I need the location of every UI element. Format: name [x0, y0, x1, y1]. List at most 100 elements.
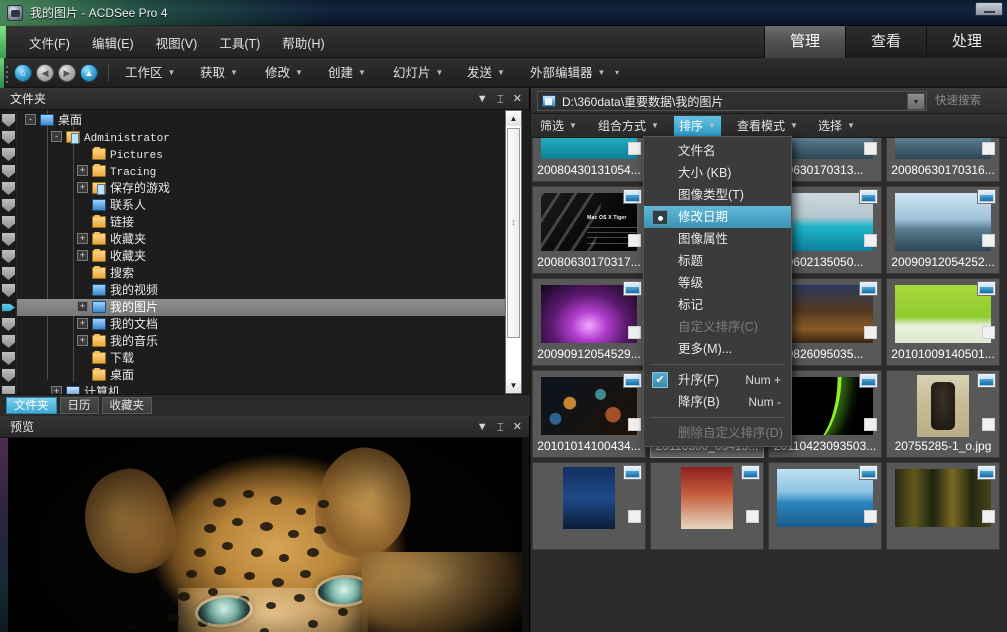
tree-scrollbar[interactable]: ▲ ▼	[505, 110, 522, 394]
pin-icon[interactable]: ⌶	[497, 421, 504, 433]
tree-item-1[interactable]: -Administrator	[17, 129, 170, 146]
thumbnail-checkbox[interactable]	[628, 418, 641, 431]
panel-tab-calendar[interactable]: 日历	[60, 397, 99, 414]
thumbnail-item[interactable]	[886, 462, 1000, 550]
thumbnail-item[interactable]: 20090912054252...	[886, 186, 1000, 274]
ops-filter[interactable]: 筛选▼	[535, 116, 582, 136]
tree-item-4[interactable]: +保存的游戏	[17, 180, 170, 197]
preview-image[interactable]	[8, 438, 522, 632]
thumbnail-item[interactable]: 20101009140501...	[886, 278, 1000, 366]
thumbnail-checkbox[interactable]	[982, 234, 995, 247]
scroll-up-icon[interactable]: ▲	[506, 111, 521, 126]
expand-icon[interactable]: +	[77, 335, 88, 346]
scroll-thumb[interactable]	[507, 128, 520, 338]
chevron-down-icon[interactable]: ▼	[477, 94, 488, 105]
tree-item-8[interactable]: +收藏夹	[17, 248, 146, 265]
ops-select[interactable]: 选择▼	[813, 116, 860, 136]
path-input[interactable]: D:\360data\重要数据\我的图片 ▼	[537, 91, 927, 111]
sort-menu-item[interactable]: ✔升序(F)Num +	[644, 369, 791, 391]
tree-item-0[interactable]: -桌面	[17, 112, 82, 129]
collapse-icon[interactable]: -	[51, 131, 62, 142]
sort-dropdown-menu[interactable]: 文件名大小 (KB)图像类型(T)修改日期图像属性标题等级标记自定义排序(C)更…	[643, 136, 792, 447]
sort-menu-item[interactable]: 图像属性	[644, 228, 791, 250]
thumbnail-checkbox[interactable]	[982, 142, 995, 155]
thumbnail-checkbox[interactable]	[628, 510, 641, 523]
toolbar-overflow[interactable]: ▾	[615, 58, 619, 88]
thumbnail-item[interactable]	[768, 462, 882, 550]
sort-menu-item[interactable]: 更多(M)...	[644, 338, 791, 360]
thumbnail-checkbox[interactable]	[746, 510, 759, 523]
toolbar-slideshow[interactable]: 幻灯片▼	[393, 58, 443, 88]
menu-file[interactable]: 文件(F)	[18, 29, 81, 56]
tree-item-6[interactable]: 链接	[17, 214, 134, 231]
toolbar-acquire[interactable]: 获取▼	[200, 58, 238, 88]
thumbnail-checkbox[interactable]	[864, 510, 877, 523]
panel-tab-favorites[interactable]: 收藏夹	[102, 397, 153, 414]
menu-edit[interactable]: 编辑(E)	[81, 29, 145, 56]
tree-item-12[interactable]: +我的文档	[17, 316, 158, 333]
sort-menu-item[interactable]: 图像类型(T)	[644, 184, 791, 206]
menu-help[interactable]: 帮助(H)	[271, 29, 335, 56]
expand-icon[interactable]: +	[77, 301, 88, 312]
close-icon[interactable]: ✕	[513, 422, 522, 433]
ops-sort[interactable]: 排序▼	[674, 116, 721, 136]
expand-icon[interactable]: +	[77, 182, 88, 193]
thumbnail-item[interactable]	[650, 462, 764, 550]
thumbnail-checkbox[interactable]	[982, 418, 995, 431]
thumbnail-item[interactable]: 20080430131054...	[532, 138, 646, 182]
menu-tools[interactable]: 工具(T)	[208, 29, 271, 56]
tree-item-9[interactable]: 搜索	[17, 265, 134, 282]
expand-icon[interactable]: +	[77, 165, 88, 176]
sort-menu-item[interactable]: 降序(B)Num -	[644, 391, 791, 413]
thumbnail-checkbox[interactable]	[864, 234, 877, 247]
chevron-down-icon[interactable]: ▼	[907, 93, 925, 110]
thumbnail-checkbox[interactable]	[628, 326, 641, 339]
expand-icon[interactable]: +	[77, 318, 88, 329]
back-icon[interactable]: ◀	[36, 64, 54, 82]
toolbar-grip[interactable]	[6, 66, 9, 80]
tree-item-15[interactable]: 桌面	[17, 367, 134, 384]
home-icon[interactable]: ⌂	[14, 64, 32, 82]
toolbar-send[interactable]: 发送▼	[467, 58, 505, 88]
tab-manage[interactable]: 管理	[764, 26, 845, 58]
thumbnail-checkbox[interactable]	[864, 418, 877, 431]
tree-item-3[interactable]: +Tracing	[17, 163, 156, 180]
quick-search-input[interactable]: 快速搜索	[935, 91, 1003, 111]
up-icon[interactable]: ▲	[80, 64, 98, 82]
toolbar-workspace[interactable]: 工作区▼	[125, 58, 175, 88]
tree-item-2[interactable]: Pictures	[17, 146, 163, 163]
window-controls[interactable]	[975, 2, 1003, 16]
panel-tab-folders[interactable]: 文件夹	[6, 397, 57, 414]
close-icon[interactable]: ✕	[513, 94, 522, 105]
menu-view[interactable]: 视图(V)	[145, 29, 209, 56]
sort-menu-item[interactable]: 标题	[644, 250, 791, 272]
toolbar-external-editor[interactable]: 外部编辑器▼	[530, 58, 605, 88]
tab-view[interactable]: 查看	[845, 26, 926, 58]
thumbnail-checkbox[interactable]	[864, 142, 877, 155]
ops-viewmode[interactable]: 查看模式▼	[732, 116, 803, 136]
folder-tree[interactable]: -桌面-AdministratorPictures+Tracing+保存的游戏联…	[0, 110, 530, 394]
toolbar-create[interactable]: 创建▼	[328, 58, 366, 88]
thumbnail-checkbox[interactable]	[864, 326, 877, 339]
expand-icon[interactable]: +	[51, 386, 62, 394]
restore-button[interactable]	[975, 2, 1003, 16]
tree-item-5[interactable]: 联系人	[17, 197, 146, 214]
sort-menu-item[interactable]: 大小 (KB)	[644, 162, 791, 184]
thumbnail-item[interactable]: 20080630170316...	[886, 138, 1000, 182]
ops-group[interactable]: 组合方式▼	[593, 116, 664, 136]
tree-item-11[interactable]: +我的图片	[17, 299, 507, 316]
tree-item-10[interactable]: 我的视频	[17, 282, 158, 299]
sort-menu-item[interactable]: 文件名	[644, 140, 791, 162]
scroll-down-icon[interactable]: ▼	[506, 378, 521, 393]
sort-menu-item[interactable]: 标记	[644, 294, 791, 316]
thumbnail-checkbox[interactable]	[982, 326, 995, 339]
expand-icon[interactable]: +	[77, 233, 88, 244]
sort-menu-item[interactable]: 等级	[644, 272, 791, 294]
thumbnail-item[interactable]: 20755285-1_o.jpg	[886, 370, 1000, 458]
collapse-icon[interactable]: -	[25, 114, 36, 125]
tree-item-13[interactable]: +我的音乐	[17, 333, 158, 350]
thumbnail-item[interactable]: 20101014100434...	[532, 370, 646, 458]
toolbar-modify[interactable]: 修改▼	[265, 58, 303, 88]
tree-gutter-badge[interactable]	[2, 386, 15, 394]
thumbnail-checkbox[interactable]	[628, 234, 641, 247]
